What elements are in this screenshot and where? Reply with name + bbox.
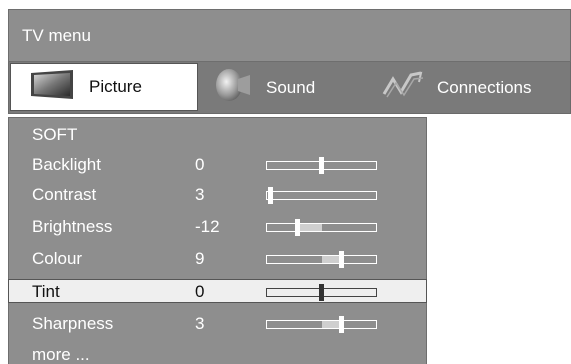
- speaker-icon: [214, 67, 254, 108]
- tab-label-picture: Picture: [89, 77, 142, 96]
- backlight-slider[interactable]: [266, 157, 377, 174]
- contrast-slider[interactable]: [266, 187, 377, 204]
- tab-connections[interactable]: Connections: [381, 62, 532, 113]
- setting-label: Contrast: [32, 185, 97, 204]
- setting-label: Brightness: [32, 217, 113, 236]
- slider-handle[interactable]: [319, 284, 324, 301]
- slider-handle[interactable]: [319, 157, 324, 174]
- setting-row-tint[interactable]: Tint 0: [8, 279, 427, 303]
- setting-row-sharpness[interactable]: Sharpness 3: [9, 312, 426, 336]
- picture-settings-panel: SOFT Backlight 0 Contrast 3 Brightness -…: [8, 117, 427, 364]
- slider-handle[interactable]: [339, 316, 344, 333]
- tab-bar: Picture Sound Connections: [8, 62, 571, 114]
- tab-sound[interactable]: Sound: [214, 62, 315, 113]
- setting-value: -12: [195, 217, 220, 236]
- slider-fill: [298, 224, 322, 231]
- setting-label: Tint: [32, 282, 60, 301]
- setting-value: 0: [195, 155, 205, 174]
- slider-handle[interactable]: [295, 219, 300, 236]
- setting-row-contrast[interactable]: Contrast 3: [9, 183, 426, 207]
- more-label: more ...: [32, 345, 90, 364]
- brightness-slider[interactable]: [266, 219, 377, 236]
- tab-picture[interactable]: Picture: [10, 63, 198, 111]
- tab-label-connections: Connections: [437, 77, 532, 97]
- setting-label: Backlight: [32, 155, 101, 174]
- setting-label: Colour: [32, 249, 83, 268]
- tv-icon: [29, 69, 75, 106]
- setting-row-backlight[interactable]: Backlight 0: [9, 153, 426, 177]
- slider-handle[interactable]: [268, 187, 273, 204]
- setting-value: 0: [195, 282, 205, 301]
- sharpness-slider[interactable]: [266, 316, 377, 333]
- tint-slider[interactable]: [266, 284, 377, 301]
- more-row[interactable]: more ...: [9, 343, 426, 364]
- setting-label: Sharpness: [32, 314, 114, 333]
- tab-label-sound: Sound: [266, 77, 316, 97]
- setting-value: 9: [195, 249, 205, 268]
- setting-row-brightness[interactable]: Brightness -12: [9, 215, 426, 239]
- slider-handle[interactable]: [339, 251, 344, 268]
- colour-slider[interactable]: [266, 251, 377, 268]
- plug-icon: [381, 70, 427, 105]
- setting-row-colour[interactable]: Colour 9: [9, 247, 426, 271]
- menu-title: TV menu: [8, 9, 571, 62]
- setting-value: 3: [195, 314, 205, 333]
- preset-label: SOFT: [32, 125, 78, 144]
- setting-value: 3: [195, 185, 205, 204]
- preset-row[interactable]: SOFT: [9, 123, 426, 147]
